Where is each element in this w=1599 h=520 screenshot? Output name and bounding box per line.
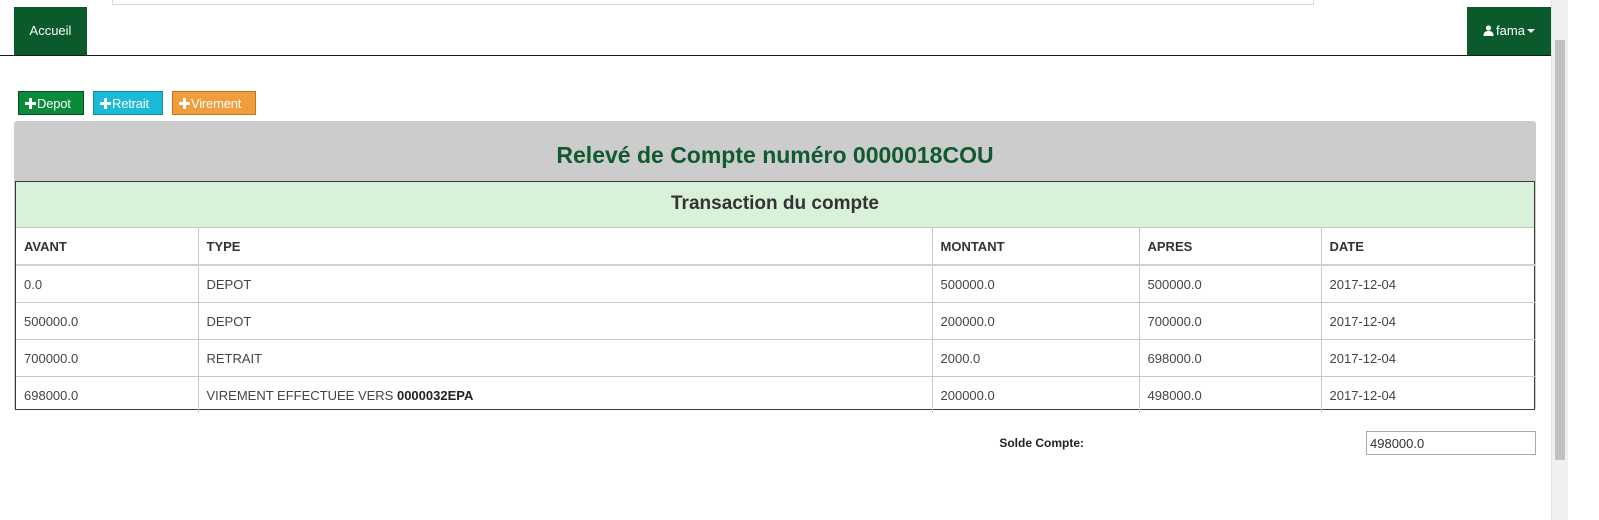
cell-montant: 500000.0 — [931, 264, 1139, 303]
column-header-type: TYPE — [197, 228, 932, 266]
cell-date: 2017-12-04 — [1320, 302, 1536, 340]
balance-field[interactable] — [1366, 431, 1536, 455]
cell-montant: 200000.0 — [931, 302, 1139, 340]
nav-home-link[interactable]: Accueil — [14, 7, 87, 55]
cell-avant: 0.0 — [16, 264, 198, 303]
vertical-scrollbar[interactable] — [1551, 0, 1568, 520]
cell-avant: 700000.0 — [16, 339, 198, 377]
plus-icon — [25, 98, 36, 109]
table-row: 700000.0 RETRAIT 2000.0 698000.0 2017-12… — [16, 339, 1536, 377]
user-icon — [1483, 25, 1494, 36]
column-header-date: DATE — [1320, 228, 1536, 266]
balance-label: Solde Compte: — [999, 436, 1084, 450]
cell-type-ref: 0000032EPA — [396, 387, 474, 403]
cell-type: VIREMENT EFFECTUEE VERS 0000032EPA — [197, 376, 932, 413]
caret-down-icon — [1526, 29, 1535, 33]
cell-montant: 200000.0 — [931, 376, 1139, 413]
table-row: 698000.0 VIREMENT EFFECTUEE VERS 0000032… — [16, 376, 1536, 413]
column-header-avant: AVANT — [16, 228, 198, 266]
column-header-montant: MONTANT — [931, 228, 1139, 266]
user-menu-toggle[interactable]: fama — [1467, 7, 1551, 55]
page-title: Relevé de Compte numéro 0000018COU — [556, 142, 994, 168]
scrollbar-thumb[interactable] — [1555, 40, 1565, 460]
cell-apres: 700000.0 — [1138, 302, 1321, 340]
cell-date: 2017-12-04 — [1320, 376, 1536, 413]
table-row: 0.0 DEPOT 500000.0 500000.0 2017-12-04 — [16, 264, 1536, 303]
cell-apres: 500000.0 — [1138, 264, 1321, 303]
plus-icon — [179, 98, 190, 109]
cell-avant: 500000.0 — [16, 302, 198, 340]
retrait-button[interactable]: Retrait — [93, 91, 163, 115]
cell-type-text: DEPOT — [206, 313, 252, 329]
navbar: Accueil fama — [0, 7, 1551, 56]
cell-type: RETRAIT — [197, 339, 932, 377]
transactions-table: AVANT TYPE MONTANT APRES DATE 0.0 DEPOT … — [16, 228, 1536, 413]
cell-type-text: RETRAIT — [206, 350, 263, 366]
retrait-label: Retrait — [112, 96, 149, 111]
cell-apres: 698000.0 — [1138, 339, 1321, 377]
cell-avant: 698000.0 — [16, 376, 198, 413]
cell-type: DEPOT — [197, 264, 932, 303]
virement-button[interactable]: Virement — [172, 91, 256, 115]
cell-date: 2017-12-04 — [1320, 339, 1536, 377]
transactions-title: Transaction du compte — [16, 182, 1534, 228]
address-bar-edge — [112, 0, 1314, 5]
statement-panel: Relevé de Compte numéro 0000018COU Trans… — [14, 121, 1536, 413]
table-row: 500000.0 DEPOT 200000.0 700000.0 2017-12… — [16, 302, 1536, 340]
plus-icon — [100, 98, 111, 109]
user-name: fama — [1496, 23, 1525, 38]
depot-label: Depot — [37, 96, 71, 111]
virement-label: Virement — [191, 96, 242, 111]
cell-date: 2017-12-04 — [1320, 264, 1536, 303]
cell-type: DEPOT — [197, 302, 932, 340]
depot-button[interactable]: Depot — [18, 91, 84, 115]
cell-type-text: DEPOT — [206, 276, 252, 292]
table-header-row: AVANT TYPE MONTANT APRES DATE — [16, 228, 1536, 266]
cell-type-text: VIREMENT EFFECTUEE VERS — [206, 387, 397, 403]
cell-apres: 498000.0 — [1138, 376, 1321, 413]
transactions-panel: Transaction du compte AVANT TYPE MONTANT… — [15, 181, 1536, 413]
cell-montant: 2000.0 — [931, 339, 1139, 377]
column-header-apres: APRES — [1138, 228, 1321, 266]
